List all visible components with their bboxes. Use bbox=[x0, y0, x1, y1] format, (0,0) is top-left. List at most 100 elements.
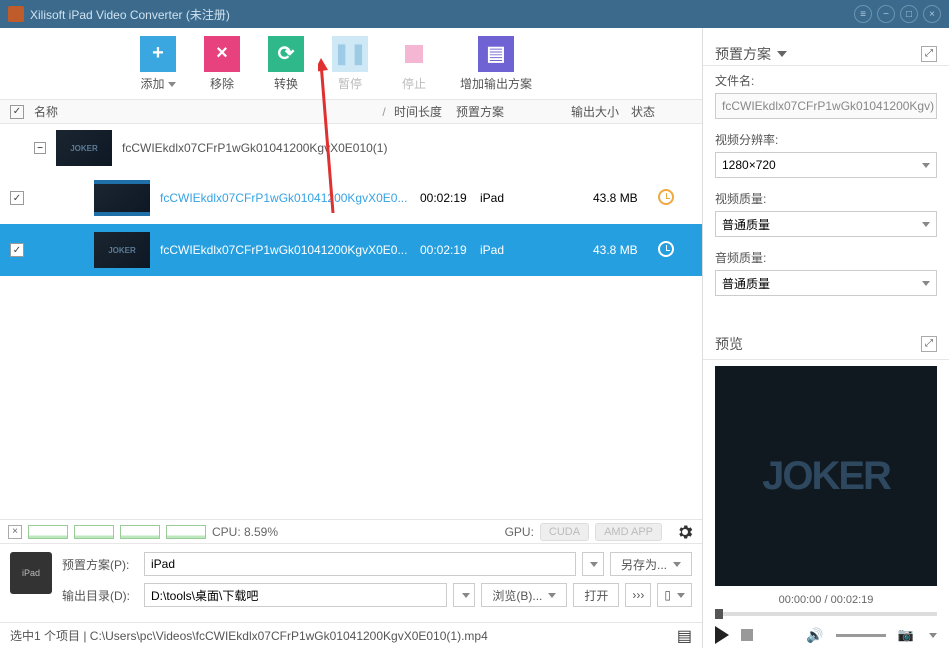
output-dropdown-arrow[interactable] bbox=[453, 583, 475, 607]
app-logo-icon bbox=[8, 6, 24, 22]
aquality-label: 音频质量: bbox=[715, 249, 937, 266]
maximize-button[interactable]: □ bbox=[900, 5, 918, 23]
statusbar: 选中1 个项目 | C:\Users\pc\Videos\fcCWIEkdlx0… bbox=[0, 622, 702, 648]
volume-slider[interactable] bbox=[836, 634, 886, 637]
add-output-button[interactable]: ▤ 增加输出方案 bbox=[460, 36, 532, 92]
expand-icon[interactable]: ⤢ bbox=[921, 336, 937, 352]
close-cpu-icon[interactable]: × bbox=[8, 525, 22, 539]
save-as-button[interactable]: 另存为... bbox=[610, 552, 692, 576]
open-button[interactable]: 打开 bbox=[573, 583, 619, 607]
resolution-label: 视频分辨率: bbox=[715, 131, 937, 148]
table-header: ✓ 名称 / 时间长度 预置方案 输出大小 状态 bbox=[0, 100, 702, 124]
file-duration: 00:02:19 bbox=[420, 191, 480, 205]
x-icon: × bbox=[204, 36, 240, 72]
volume-icon[interactable]: 🔊 bbox=[806, 627, 823, 644]
file-name: fcCWIEkdlx07CFrP1wGk01041200KgvX0E0... bbox=[160, 243, 420, 257]
filename-input[interactable]: fcCWIEkdlx07CFrP1wGk01041200Kgv) bbox=[715, 93, 937, 119]
seek-bar[interactable] bbox=[715, 612, 937, 616]
snapshot-icon[interactable]: 📷 bbox=[898, 627, 914, 643]
cpu-bar: × CPU: 8.59% GPU: CUDA AMD APP bbox=[0, 519, 702, 543]
stop-button[interactable]: 停止 bbox=[396, 36, 432, 92]
cpu-label: CPU: 8.59% bbox=[212, 525, 278, 539]
preview-video[interactable]: JOKER bbox=[715, 366, 937, 586]
file-group-name: fcCWIEkdlx07CFrP1wGk01041200KgvX0E010(1) bbox=[122, 141, 422, 155]
column-preset[interactable]: 预置方案 bbox=[456, 103, 571, 120]
resolution-select[interactable]: 1280×720 bbox=[715, 152, 937, 178]
stop-preview-button[interactable] bbox=[741, 629, 753, 641]
column-status[interactable]: 状态 bbox=[631, 103, 686, 120]
cpu-graph bbox=[120, 525, 160, 539]
pending-icon bbox=[658, 241, 674, 257]
add-button[interactable]: + 添加 bbox=[140, 36, 176, 92]
preset-label: 预置方案(P): bbox=[62, 556, 138, 573]
convert-button[interactable]: ⟳ 转换 bbox=[268, 36, 304, 92]
snapshot-menu[interactable] bbox=[929, 633, 937, 638]
file-preset: iPad bbox=[480, 243, 593, 257]
output-dir-combo[interactable]: D:\tools\桌面\下载吧 bbox=[144, 583, 447, 607]
output-dir-label: 输出目录(D): bbox=[62, 587, 138, 604]
preset-dropdown-arrow[interactable] bbox=[582, 552, 604, 576]
cpu-graph bbox=[28, 525, 68, 539]
profile-device-icon: iPad bbox=[10, 552, 52, 594]
status-text: 选中1 个项目 | C:\Users\pc\Videos\fcCWIEkdlx0… bbox=[10, 627, 488, 644]
file-status bbox=[658, 241, 688, 260]
file-duration: 00:02:19 bbox=[420, 243, 480, 257]
minimize-button[interactable]: − bbox=[877, 5, 895, 23]
file-list: − JOKER fcCWIEkdlx07CFrP1wGk01041200KgvX… bbox=[0, 124, 702, 519]
file-preset: iPad bbox=[480, 191, 593, 205]
refresh-icon: ⟳ bbox=[268, 36, 304, 72]
pause-button[interactable]: ❚❚ 暂停 bbox=[332, 36, 368, 92]
expand-icon[interactable]: ⤢ bbox=[921, 46, 937, 62]
titlebar: Xilisoft iPad Video Converter (未注册) ≡ − … bbox=[0, 0, 949, 28]
main-toolbar: + 添加 × 移除 ⟳ 转换 ❚❚ 暂停 停止 ▤ 增加输出方案 bbox=[0, 28, 702, 100]
thumbnail: JOKER bbox=[94, 232, 150, 268]
document-icon: ▤ bbox=[478, 36, 514, 72]
gpu-label: GPU: bbox=[505, 525, 534, 539]
amd-badge[interactable]: AMD APP bbox=[595, 523, 662, 541]
row-checkbox[interactable]: ✓ bbox=[10, 243, 24, 257]
file-status bbox=[658, 189, 688, 208]
table-row[interactable]: ✓ JOKER fcCWIEkdlx07CFrP1wGk01041200KgvX… bbox=[0, 224, 702, 276]
device-button[interactable]: ▯ bbox=[657, 583, 692, 607]
column-size[interactable]: 输出大小 bbox=[571, 103, 631, 120]
play-button[interactable] bbox=[715, 626, 729, 644]
table-row[interactable]: ✓ fcCWIEkdlx07CFrP1wGk01041200KgvX0E0...… bbox=[0, 172, 702, 224]
browse-button[interactable]: 浏览(B)... bbox=[481, 583, 567, 607]
preset-panel-header: 预置方案 ⤢ bbox=[703, 28, 949, 66]
row-checkbox[interactable]: ✓ bbox=[10, 191, 24, 205]
preset-combo[interactable]: iPad bbox=[144, 552, 576, 576]
aquality-select[interactable]: 普通质量 bbox=[715, 270, 937, 296]
time-display: 00:00:00 / 00:02:19 bbox=[715, 594, 937, 606]
pause-icon: ❚❚ bbox=[332, 36, 368, 72]
file-name: fcCWIEkdlx07CFrP1wGk01041200KgvX0E0... bbox=[160, 191, 420, 205]
file-group-row[interactable]: − JOKER fcCWIEkdlx07CFrP1wGk01041200KgvX… bbox=[0, 124, 702, 172]
pending-icon bbox=[658, 189, 674, 205]
column-name[interactable]: 名称 bbox=[34, 103, 374, 120]
cpu-graph bbox=[166, 525, 206, 539]
bottom-panel: iPad 预置方案(P): iPad 另存为... 输出目录(D): D:\to… bbox=[0, 543, 702, 622]
overflow-button[interactable]: ››› bbox=[625, 583, 651, 607]
vquality-label: 视频质量: bbox=[715, 190, 937, 207]
close-button[interactable]: × bbox=[923, 5, 941, 23]
file-size: 43.8 MB bbox=[593, 191, 658, 205]
vquality-select[interactable]: 普通质量 bbox=[715, 211, 937, 237]
collapse-icon[interactable]: − bbox=[34, 142, 46, 154]
gear-icon[interactable] bbox=[676, 523, 694, 541]
plus-icon: + bbox=[140, 36, 176, 72]
column-duration[interactable]: 时间长度 bbox=[394, 103, 456, 120]
list-view-icon[interactable]: ▤ bbox=[677, 626, 692, 646]
preview-panel-header: 预览 ⤢ bbox=[703, 328, 949, 360]
cuda-badge[interactable]: CUDA bbox=[540, 523, 589, 541]
stop-icon bbox=[396, 36, 432, 72]
thumbnail: JOKER bbox=[56, 130, 112, 166]
remove-button[interactable]: × 移除 bbox=[204, 36, 240, 92]
window-title: Xilisoft iPad Video Converter (未注册) bbox=[30, 6, 230, 23]
menu-button[interactable]: ≡ bbox=[854, 5, 872, 23]
cpu-graph bbox=[74, 525, 114, 539]
column-sort[interactable]: / bbox=[374, 105, 394, 119]
chevron-down-icon[interactable] bbox=[777, 51, 787, 57]
file-size: 43.8 MB bbox=[593, 243, 658, 257]
select-all-checkbox[interactable]: ✓ bbox=[10, 105, 24, 119]
filename-label: 文件名: bbox=[715, 72, 937, 89]
thumbnail bbox=[94, 180, 150, 216]
